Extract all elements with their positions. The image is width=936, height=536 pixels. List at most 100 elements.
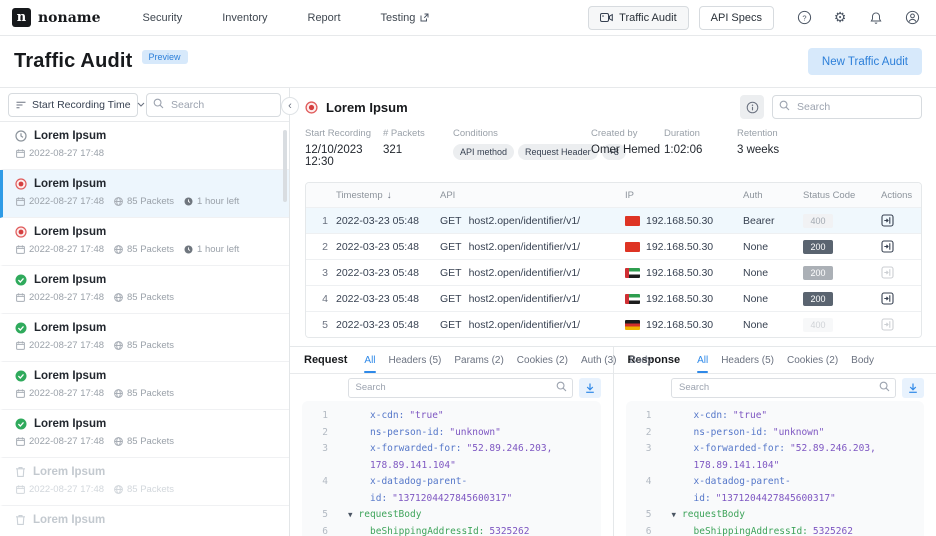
recording-item-recording[interactable]: Lorem Ipsum 2022-08-27 17:48 85 Packets … bbox=[0, 218, 289, 266]
tab-all[interactable]: All bbox=[697, 347, 708, 373]
status-badge: 200 bbox=[803, 292, 833, 306]
download-button[interactable] bbox=[579, 378, 601, 398]
detail-search bbox=[772, 95, 922, 119]
request-toolbar bbox=[290, 374, 613, 401]
recording-item-done[interactable]: Lorem Ipsum 2022-08-27 17:48 85 Packets bbox=[0, 314, 289, 362]
recording-metadata: Start Recording 12/10/2023 12:30 # Packe… bbox=[290, 126, 936, 176]
recording-item-done[interactable]: Lorem Ipsum 2022-08-27 17:48 85 Packets bbox=[0, 410, 289, 458]
account-icon[interactable] bbox=[904, 10, 920, 26]
search-icon bbox=[779, 100, 790, 111]
meta-value-created-by: Omer Hemed bbox=[591, 144, 664, 156]
nav-item-inventory[interactable]: Inventory bbox=[222, 12, 267, 24]
tab-headers[interactable]: Headers (5) bbox=[389, 347, 442, 373]
sidebar-scrollbar[interactable] bbox=[283, 130, 287, 202]
time-left-icon bbox=[184, 245, 193, 254]
recording-item-done[interactable]: Lorem Ipsum 2022-08-27 17:48 85 Packets bbox=[0, 266, 289, 314]
tab-auth[interactable]: Auth (3) bbox=[581, 347, 617, 373]
meta-value-duration: 1:02:06 bbox=[664, 144, 737, 156]
table-row[interactable]: 1 2022-03-23 05:48 GEThost2.open/identif… bbox=[306, 207, 921, 233]
column-ip: IP bbox=[621, 190, 739, 201]
api-path: host2.open/identifier/v1/ bbox=[469, 267, 581, 279]
gear-icon[interactable]: ⚙ bbox=[832, 10, 848, 26]
packets-table: Timestemp ↓ API IP Auth Status Code Acti… bbox=[305, 182, 922, 338]
info-button[interactable] bbox=[740, 95, 764, 119]
nav-item-report[interactable]: Report bbox=[308, 12, 341, 24]
collapse-node-icon[interactable]: ▼ bbox=[672, 510, 677, 519]
new-traffic-audit-button[interactable]: New Traffic Audit bbox=[808, 48, 922, 75]
trash-icon bbox=[15, 514, 26, 526]
api-specs-button[interactable]: API Specs bbox=[699, 6, 774, 30]
tab-all[interactable]: All bbox=[364, 347, 375, 373]
condition-pill: Request Header bbox=[518, 144, 598, 160]
meta-label-conditions: Conditions bbox=[453, 128, 591, 139]
http-method: GET bbox=[440, 241, 462, 253]
request-code-viewer[interactable]: 1x-cdn:"true" 2ns-person-id:"unknown" 3x… bbox=[302, 401, 601, 536]
open-details-icon[interactable] bbox=[881, 266, 894, 279]
tab-cookies[interactable]: Cookies (2) bbox=[787, 347, 838, 373]
table-row[interactable]: 4 2022-03-23 05:48 GEThost2.open/identif… bbox=[306, 285, 921, 311]
request-response-panels: Request All Headers (5) Params (2) Cooki… bbox=[290, 346, 936, 536]
recording-icon bbox=[15, 178, 27, 190]
recording-item-expired[interactable]: Lorem Ipsum 2022-08-27 17:48 85 Packets bbox=[0, 458, 289, 506]
table-row[interactable]: 5 2022-03-23 05:48 GEThost2.open/identif… bbox=[306, 311, 921, 337]
tab-params[interactable]: Params (2) bbox=[454, 347, 503, 373]
help-icon[interactable]: ? bbox=[796, 10, 812, 26]
response-search-input[interactable] bbox=[671, 378, 896, 398]
meta-label-created-by: Created by bbox=[591, 128, 664, 139]
download-button[interactable] bbox=[902, 378, 924, 398]
http-method: GET bbox=[440, 319, 462, 331]
collapse-sidebar-button[interactable]: ‹ bbox=[281, 97, 299, 115]
tab-headers[interactable]: Headers (5) bbox=[721, 347, 774, 373]
response-tabs: Response All Headers (5) Cookies (2) Bod… bbox=[614, 347, 936, 374]
tab-cookies[interactable]: Cookies (2) bbox=[517, 347, 568, 373]
meta-label-packets: # Packets bbox=[383, 128, 453, 139]
page-title: Traffic Audit bbox=[14, 50, 133, 73]
status-badge: 400 bbox=[803, 318, 833, 332]
sidebar-search-input[interactable] bbox=[146, 93, 281, 117]
recording-item-recording-selected[interactable]: Lorem Ipsum 2022-08-27 17:48 85 Packets … bbox=[0, 170, 289, 218]
packets-icon bbox=[114, 293, 123, 302]
detail-search-input[interactable] bbox=[772, 95, 922, 119]
status-badge: 200 bbox=[803, 266, 833, 280]
sort-dropdown[interactable]: Start Recording Time bbox=[8, 93, 138, 117]
open-details-icon[interactable] bbox=[881, 214, 894, 227]
table-row[interactable]: 2 2022-03-23 05:48 GEThost2.open/identif… bbox=[306, 233, 921, 259]
request-panel-label: Request bbox=[304, 354, 347, 366]
detail-header: Lorem Ipsum bbox=[290, 88, 936, 126]
packets-icon bbox=[114, 197, 123, 206]
table-row[interactable]: 3 2022-03-23 05:48 GEThost2.open/identif… bbox=[306, 259, 921, 285]
nav-item-security[interactable]: Security bbox=[143, 12, 183, 24]
tab-body[interactable]: Body bbox=[851, 347, 874, 373]
recording-detail: Lorem Ipsum Start Recording bbox=[290, 88, 936, 536]
open-details-icon[interactable] bbox=[881, 318, 894, 331]
open-details-icon[interactable] bbox=[881, 240, 894, 253]
calendar-icon bbox=[16, 485, 25, 494]
api-path: host2.open/identifier/v1/ bbox=[469, 241, 581, 253]
open-details-icon[interactable] bbox=[881, 292, 894, 305]
calendar-icon bbox=[16, 197, 25, 206]
column-auth: Auth bbox=[739, 190, 799, 201]
nav-item-testing[interactable]: Testing bbox=[381, 12, 430, 24]
api-path: host2.open/identifier/v1/ bbox=[469, 293, 581, 305]
column-actions: Actions bbox=[871, 190, 921, 201]
traffic-audit-nav-button[interactable]: Traffic Audit bbox=[588, 6, 688, 30]
recording-item-expired[interactable]: Lorem Ipsum bbox=[0, 506, 289, 536]
bell-icon[interactable] bbox=[868, 10, 884, 26]
calendar-icon bbox=[16, 341, 25, 350]
packets-icon bbox=[114, 245, 123, 254]
http-method: GET bbox=[440, 215, 462, 227]
column-timestamp[interactable]: Timestemp ↓ bbox=[332, 190, 436, 201]
sort-desc-icon[interactable]: ↓ bbox=[387, 190, 392, 201]
response-code-viewer[interactable]: 1x-cdn:"true" 2ns-person-id:"unknown" 3x… bbox=[626, 401, 925, 536]
meta-value-start-recording: 12/10/2023 12:30 bbox=[305, 144, 383, 168]
request-search-input[interactable] bbox=[348, 378, 573, 398]
calendar-icon bbox=[16, 437, 25, 446]
tab-body[interactable]: Body bbox=[630, 347, 653, 373]
collapse-node-icon[interactable]: ▼ bbox=[348, 510, 353, 519]
brand[interactable]: n noname bbox=[12, 8, 101, 27]
sidebar-filters: Start Recording Time bbox=[0, 88, 289, 122]
flag-icon-cn bbox=[625, 216, 640, 226]
recording-item-done[interactable]: Lorem Ipsum 2022-08-27 17:48 85 Packets bbox=[0, 362, 289, 410]
check-circle-icon bbox=[15, 418, 27, 430]
recording-item-pending[interactable]: Lorem Ipsum 2022-08-27 17:48 bbox=[0, 122, 289, 170]
